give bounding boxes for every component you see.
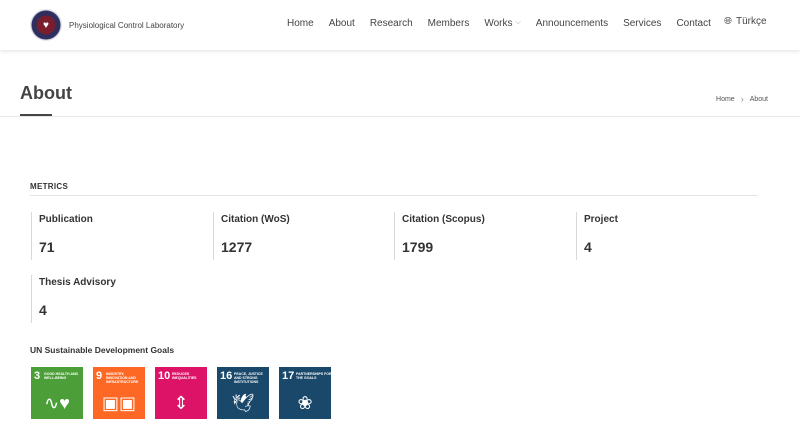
metric-value: 4 (584, 239, 592, 255)
metric-project: Project 4 (576, 212, 618, 260)
metric-value: 4 (39, 302, 47, 318)
title-underline (20, 114, 52, 116)
chevron-down-icon: ⌵ (515, 19, 521, 26)
breadcrumb-current: About (749, 95, 768, 103)
language-switch[interactable]: 🌐︎ Türkçe (724, 16, 767, 27)
nav-contact[interactable]: Contact (676, 18, 710, 29)
sdg-text: Industry, Innovation and Infrastructure (106, 372, 139, 384)
nav-about[interactable]: About (329, 18, 355, 29)
heartbeat-icon: ∿♥ (44, 393, 70, 413)
sdg-number: 9 (96, 370, 103, 382)
rings-icon: ❀ (297, 393, 313, 413)
page-title-bar: About Home › About (0, 50, 800, 117)
metrics-divider (30, 195, 758, 196)
chevron-right-icon: › (740, 94, 744, 104)
metric-citation-wos: Citation (WoS) 1277 (213, 212, 290, 260)
site-header: ♥ Physiological Control Laboratory Home … (0, 0, 800, 50)
nav-research[interactable]: Research (370, 18, 413, 29)
sdg-number: 3 (34, 370, 41, 382)
brand-link[interactable]: ♥ Physiological Control Laboratory (30, 9, 184, 41)
sdg-number: 10 (158, 370, 171, 382)
sdg-goal-17[interactable]: 17 Partnerships for the Goals ❀ (279, 367, 332, 419)
metric-thesis-advisory: Thesis Advisory 4 (31, 275, 116, 323)
nav-works[interactable]: Works ⌵ (484, 18, 520, 29)
sdg-goal-3[interactable]: 3 Good Health and Well-Being ∿♥ (31, 367, 83, 419)
sdg-goal-10[interactable]: 10 Reduced Inequalities ⇕ (155, 367, 207, 419)
nav-home[interactable]: Home (287, 18, 314, 29)
sdg-text: Good Health and Well-Being (44, 372, 79, 380)
metric-label: Project (584, 214, 618, 225)
sdg-heading: UN Sustainable Development Goals (30, 345, 175, 355)
main-nav: Home About Research Members Works ⌵ Annou… (287, 0, 726, 46)
nav-members[interactable]: Members (428, 18, 470, 29)
metric-label: Citation (WoS) (221, 214, 290, 225)
sdg-text: Peace, Justice and Strong Institutions (234, 372, 263, 384)
sdg-number: 17 (282, 370, 295, 382)
lab-logo: ♥ (30, 9, 62, 41)
metric-publication: Publication 71 (31, 212, 93, 260)
brand-name: Physiological Control Laboratory (69, 20, 185, 30)
nav-announcements[interactable]: Announcements (536, 18, 608, 29)
sdg-text: Reduced Inequalities (172, 372, 197, 380)
sdg-number: 16 (220, 370, 233, 382)
globe-icon: 🌐︎ (724, 16, 732, 27)
sdg-text: Partnerships for the Goals (296, 372, 332, 380)
dove-icon: 🕊︎ (231, 393, 255, 413)
breadcrumb-home[interactable]: Home (716, 96, 735, 103)
metric-label: Citation (Scopus) (402, 214, 485, 225)
metric-value: 1799 (402, 239, 434, 255)
metric-citation-scopus: Citation (Scopus) 1799 (394, 212, 485, 260)
page-title: About (20, 83, 72, 103)
nav-services[interactable]: Services (623, 18, 661, 29)
breadcrumb: Home › About (716, 94, 768, 104)
metric-label: Publication (39, 214, 93, 225)
cubes-icon: ▣▣ (101, 393, 136, 413)
metric-value: 71 (39, 239, 55, 255)
sdg-goal-16[interactable]: 16 Peace, Justice and Strong Institution… (217, 367, 269, 419)
sdg-tiles: 3 Good Health and Well-Being ∿♥ 9 Indust… (31, 367, 341, 419)
sdg-goal-9[interactable]: 9 Industry, Innovation and Infrastructur… (93, 367, 145, 419)
metrics-heading: METRICS (30, 182, 69, 191)
equality-icon: ⇕ (173, 393, 189, 413)
metric-value: 1277 (221, 239, 253, 255)
language-label: Türkçe (736, 16, 767, 27)
metric-label: Thesis Advisory (39, 277, 116, 288)
